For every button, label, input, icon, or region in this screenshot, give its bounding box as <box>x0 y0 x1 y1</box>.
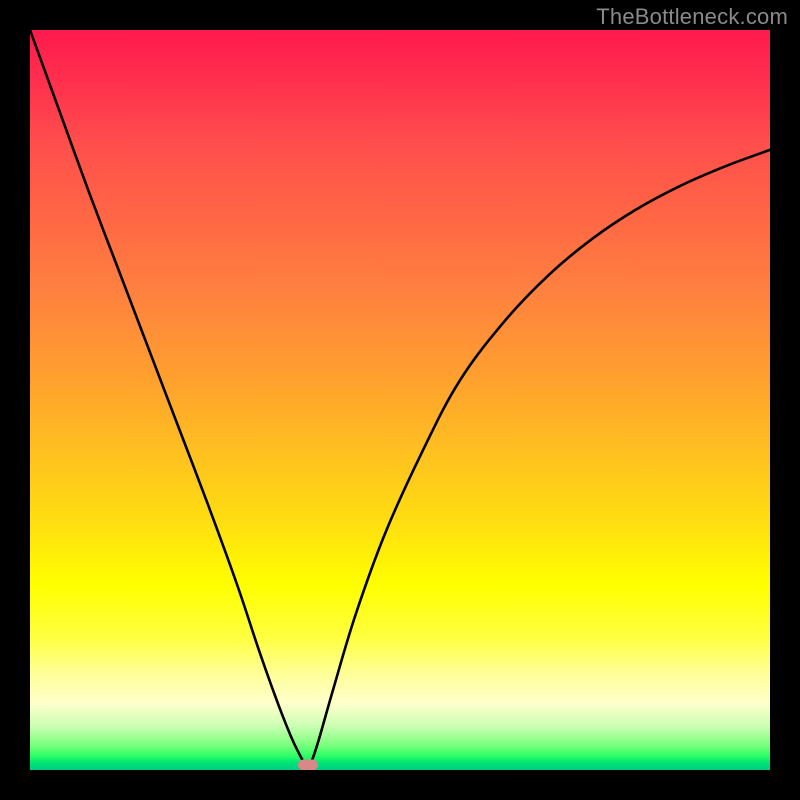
bottleneck-curve <box>30 30 770 770</box>
optimal-point-marker <box>298 759 318 770</box>
plot-area <box>30 30 770 770</box>
chart-frame: TheBottleneck.com <box>0 0 800 800</box>
watermark-text: TheBottleneck.com <box>596 4 788 30</box>
